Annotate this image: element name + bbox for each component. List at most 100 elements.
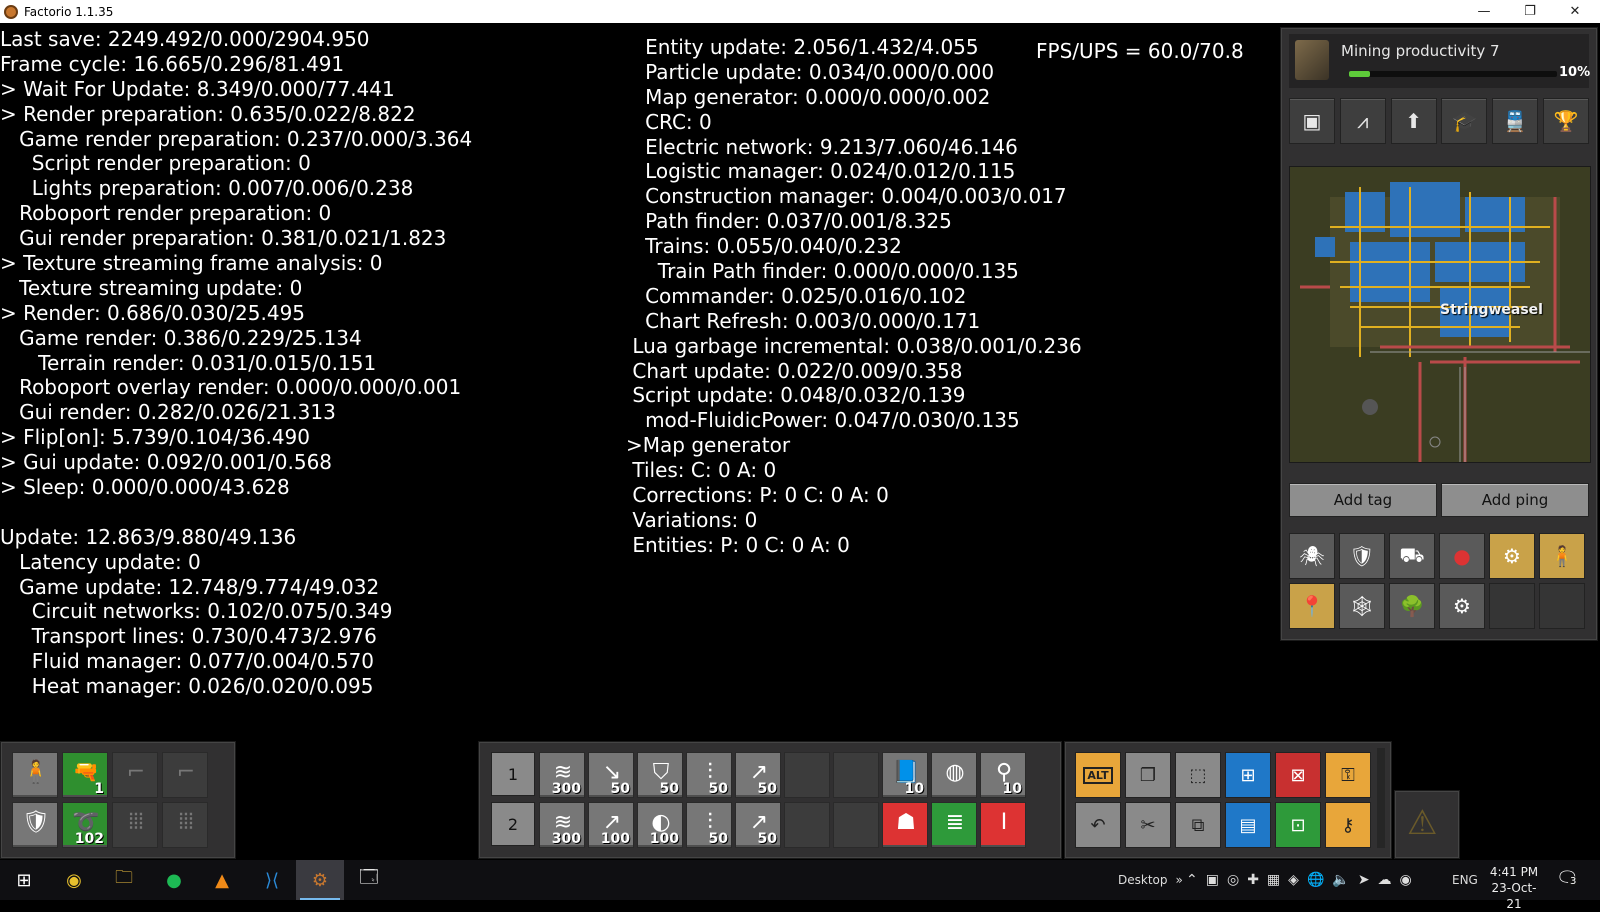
notifications-icon[interactable]: 🗨 3	[1556, 868, 1579, 889]
spidertron-remote-icon[interactable]: 🕷	[1289, 533, 1335, 579]
tray-app-icon[interactable]: ▣	[1206, 872, 1219, 888]
alt-label: ALT	[1083, 766, 1113, 784]
quickbar-page-2-button[interactable]: 2	[491, 802, 535, 846]
minimize-button[interactable]: —	[1461, 0, 1507, 23]
vscode-icon[interactable]: ⟩⟨	[258, 866, 286, 894]
language-indicator[interactable]: ENG	[1452, 860, 1478, 900]
app-window-icon[interactable]: 🗔	[355, 866, 383, 894]
upgrade-planner-icon[interactable]: ⊡	[1275, 802, 1321, 848]
quickbar-slot[interactable]: ☗	[882, 802, 928, 848]
warning-icon[interactable]: ⚠	[1407, 803, 1437, 843]
debug-line: Last save: 2249.492/0.000/2904.950	[0, 27, 370, 51]
production-stats-icon[interactable]: ⩘	[1339, 98, 1386, 144]
quickbar-slot[interactable]: ≋ 300	[539, 752, 585, 798]
add-tag-button[interactable]: Add tag	[1289, 483, 1437, 517]
blueprint-icon[interactable]: ⊞	[1225, 752, 1271, 798]
quickbar-slot[interactable]: ≋ 300	[539, 802, 585, 848]
map-view-icon[interactable]: ▣	[1289, 98, 1335, 144]
quickbar-page-1-button[interactable]: 1	[491, 752, 535, 796]
quickbar-slot[interactable]: ⫶ 50	[686, 802, 732, 848]
gun-slot-2[interactable]: ⌐	[112, 752, 158, 798]
quickbar-slot[interactable]: ↗ 100	[588, 802, 634, 848]
ammo-slot-1[interactable]: ➰ 102	[62, 802, 108, 848]
shortcut-scrollbar[interactable]	[1377, 748, 1385, 848]
window-titlebar: Factorio 1.1.35 — ❐ ✕	[0, 0, 1600, 23]
armor-icon[interactable]: 🛡	[1339, 533, 1385, 579]
network-icon[interactable]: 🌐	[1307, 872, 1324, 888]
toggle-equipment-icon[interactable]: ⚷	[1325, 802, 1371, 848]
gears-icon[interactable]: ⚙	[1439, 583, 1485, 629]
windows-start-icon[interactable]: ⊞	[10, 866, 38, 894]
quickbar-slot[interactable]: ⚲ 10	[980, 752, 1026, 798]
import-string-icon[interactable]: ▤	[1225, 802, 1271, 848]
volume-icon[interactable]: 🔈	[1332, 872, 1349, 888]
ammo-slot-3[interactable]: ⦙⦙⦙	[162, 802, 208, 848]
red-ammo-icon[interactable]: ●	[1439, 533, 1485, 579]
debug-line: > Gui update: 0.092/0.001/0.568	[0, 450, 333, 475]
current-research[interactable]: Mining productivity 7 10%	[1289, 34, 1590, 88]
cut-icon[interactable]: ✂	[1125, 802, 1171, 848]
research-progress-fill	[1349, 71, 1370, 77]
quickbar-slot[interactable]	[833, 752, 879, 798]
onedrive-icon[interactable]: ☁	[1378, 872, 1392, 888]
toggle-personal-roboport-icon[interactable]: ⚿	[1325, 752, 1371, 798]
empty-filter-slot[interactable]	[1489, 583, 1535, 629]
tray-app-icon[interactable]: ◉	[1400, 872, 1412, 888]
tray-app-icon[interactable]: ◈	[1288, 872, 1299, 888]
file-explorer-icon[interactable]: 🗀	[110, 866, 138, 894]
minimap[interactable]: Stringweasel	[1289, 166, 1591, 463]
factorio-taskbar-item[interactable]: ⚙	[296, 860, 344, 900]
select-icon[interactable]: ⬚	[1175, 752, 1221, 798]
trains-icon[interactable]: 🚆	[1492, 98, 1539, 144]
map-pin-icon[interactable]: 📍	[1289, 583, 1335, 629]
quickbar-slot[interactable]	[784, 752, 830, 798]
tray-app-icon[interactable]: ▦	[1267, 872, 1280, 888]
quickbar-slot[interactable]: Ⅰ	[980, 802, 1026, 848]
copy-icon[interactable]: ❐	[1125, 752, 1171, 798]
character-icon[interactable]: 🧍	[1539, 533, 1585, 579]
tray-app-icon[interactable]: ➤	[1358, 872, 1370, 888]
research-tree-icon[interactable]: 🎓	[1441, 98, 1488, 144]
clock[interactable]: 4:41 PM 23-Oct-21	[1484, 864, 1544, 912]
spider-icon[interactable]: 🕸	[1339, 583, 1385, 629]
quickbar-slot[interactable]	[833, 802, 879, 848]
character-slot[interactable]: 🧍	[12, 752, 58, 798]
quickbar-slot[interactable]: ↗ 50	[735, 752, 781, 798]
close-button[interactable]: ✕	[1552, 0, 1598, 23]
desktop-toolbar[interactable]: Desktop »	[1118, 860, 1183, 900]
quickbar-slot[interactable]: ↘ 50	[588, 752, 634, 798]
debug-line: Transport lines: 0.730/0.473/2.976	[0, 624, 377, 649]
quickbar-slot[interactable]: ◍	[931, 752, 977, 798]
quickbar-slot[interactable]: ⫶ 50	[686, 752, 732, 798]
quickbar-slot[interactable]: 📘 10	[882, 752, 928, 798]
gun-slot-3[interactable]: ⌐	[162, 752, 208, 798]
add-ping-button[interactable]: Add ping	[1441, 483, 1589, 517]
quickbar-slot[interactable]: ◐ 100	[637, 802, 683, 848]
tank-icon[interactable]: ⛟	[1389, 533, 1435, 579]
deconstruct-icon[interactable]: ⊠	[1275, 752, 1321, 798]
restore-button[interactable]: ❐	[1507, 0, 1553, 23]
alt-mode-button[interactable]: ALT	[1075, 752, 1121, 798]
undo-icon[interactable]: ↶	[1075, 802, 1121, 848]
achievements-icon[interactable]: 🏆	[1542, 98, 1589, 144]
ammo-slot-2[interactable]: ⦙⦙⦙	[112, 802, 158, 848]
tray-app-icon[interactable]: ✚	[1247, 872, 1259, 888]
tree-icon[interactable]: 🌳	[1389, 583, 1435, 629]
armor-slot[interactable]: 🛡	[12, 802, 58, 848]
quickbar-slot[interactable]: ⛉ 50	[637, 752, 683, 798]
paste-icon[interactable]: ⧉	[1175, 802, 1221, 848]
quickbar-slot[interactable]: ↗ 50	[735, 802, 781, 848]
vlc-icon[interactable]: ▲	[208, 866, 236, 894]
tray-chevron-icon[interactable]: ⌃	[1186, 872, 1198, 888]
roboport-icon[interactable]: ⚙	[1489, 533, 1535, 579]
empty-filter-slot[interactable]	[1539, 583, 1585, 629]
chrome-icon[interactable]: ◉	[60, 866, 88, 894]
gun-slot-1[interactable]: 🔫 1	[62, 752, 108, 798]
spotify-icon[interactable]: ●	[160, 866, 188, 894]
debug-line: Tiles: C: 0 A: 0	[626, 458, 777, 483]
quickbar-slot[interactable]	[784, 802, 830, 848]
debug-line: Entities: P: 0 C: 0 A: 0	[626, 532, 850, 557]
logistic-network-icon[interactable]: ⬆	[1390, 98, 1437, 144]
quickbar-slot[interactable]: ≣	[931, 802, 977, 848]
tray-app-icon[interactable]: ◎	[1227, 872, 1239, 888]
